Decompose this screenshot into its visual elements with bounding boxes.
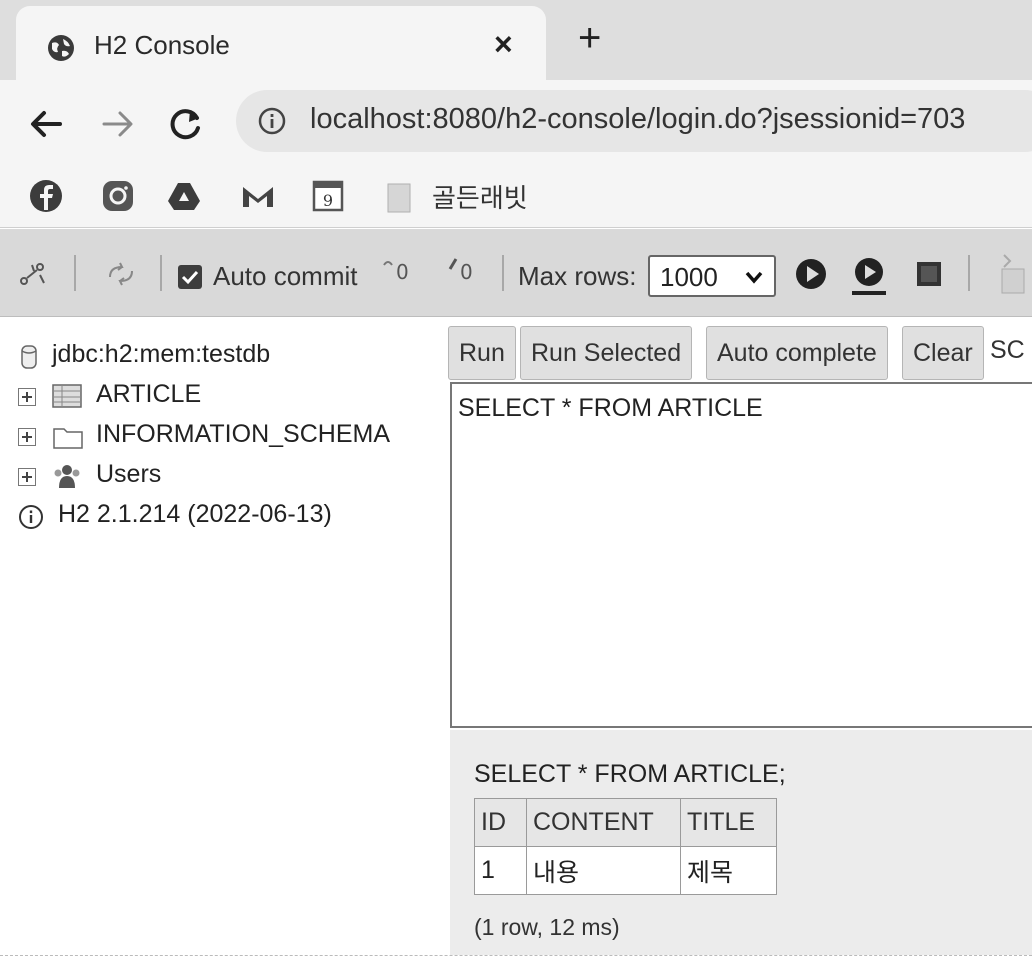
tree-item-label: Users bbox=[96, 460, 162, 488]
sql-editor-text: SELECT * FROM ARTICLE bbox=[458, 394, 763, 422]
toolbar-divider bbox=[160, 255, 162, 291]
sql-editor[interactable]: SELECT * FROM ARTICLE bbox=[450, 382, 1032, 728]
commit-icon[interactable]: 0 bbox=[380, 255, 416, 287]
chevron-down-icon bbox=[745, 271, 763, 284]
bookmarks-bar: 9 골든래빗 bbox=[0, 168, 1032, 228]
toolbar-divider bbox=[74, 255, 76, 291]
column-header[interactable]: CONTENT bbox=[526, 798, 681, 847]
version-label: H2 2.1.214 (2022-06-13) bbox=[58, 500, 332, 528]
h2-toolbar: Auto commit 0 0 Max rows: 1000 bbox=[0, 229, 1032, 317]
table-cell[interactable]: 1 bbox=[474, 846, 527, 895]
calendar-icon[interactable]: 9 bbox=[308, 176, 348, 216]
stop-icon[interactable] bbox=[914, 259, 944, 289]
expand-icon[interactable] bbox=[18, 468, 36, 486]
facebook-icon[interactable] bbox=[26, 176, 66, 216]
database-icon bbox=[21, 345, 37, 369]
run-button[interactable]: Run bbox=[448, 326, 516, 380]
expand-icon[interactable] bbox=[18, 428, 36, 446]
sql-statement-label: SC bbox=[990, 336, 1025, 364]
browser-toolbar: localhost:8080/h2-console/login.do?jsess… bbox=[0, 80, 1032, 168]
clear-button[interactable]: Clear bbox=[902, 326, 984, 380]
tree-item-label: ARTICLE bbox=[96, 380, 202, 408]
google-drive-icon[interactable] bbox=[164, 176, 204, 216]
history-icon[interactable] bbox=[996, 251, 1030, 295]
max-rows-select[interactable]: 1000 bbox=[648, 255, 776, 297]
run-icon[interactable] bbox=[794, 257, 830, 293]
column-header[interactable]: ID bbox=[474, 798, 527, 847]
max-rows-label: Max rows: bbox=[518, 261, 637, 291]
run-selected-button[interactable]: Run Selected bbox=[520, 326, 693, 380]
table-icon bbox=[52, 384, 82, 408]
table-header-row: ID CONTENT TITLE bbox=[474, 798, 777, 847]
back-arrow-icon[interactable] bbox=[26, 104, 66, 144]
expand-icon[interactable] bbox=[18, 388, 36, 406]
svg-text:0: 0 bbox=[460, 260, 473, 284]
url-text: localhost:8080/h2-console/login.do?jsess… bbox=[310, 103, 966, 135]
globe-icon bbox=[48, 35, 74, 61]
svg-text:0: 0 bbox=[396, 260, 409, 284]
result-summary: (1 row, 12 ms) bbox=[474, 914, 620, 940]
toolbar-divider bbox=[502, 255, 504, 291]
instagram-icon[interactable] bbox=[98, 176, 138, 216]
run-selected-icon[interactable] bbox=[848, 255, 890, 297]
refresh-icon[interactable] bbox=[104, 259, 138, 289]
tab-strip: H2 Console × + bbox=[0, 0, 1032, 80]
rollback-icon[interactable]: 0 bbox=[446, 255, 480, 287]
disconnect-icon[interactable] bbox=[18, 259, 48, 289]
tab-title: H2 Console bbox=[94, 30, 230, 60]
auto-commit-checkbox[interactable] bbox=[178, 265, 202, 289]
bookmark-folder-icon bbox=[387, 183, 411, 213]
site-info-icon[interactable] bbox=[256, 105, 288, 137]
max-rows-value: 1000 bbox=[660, 262, 718, 292]
auto-complete-button[interactable]: Auto complete bbox=[706, 326, 888, 380]
browser-tab[interactable]: H2 Console × bbox=[16, 6, 546, 80]
reload-icon[interactable] bbox=[166, 104, 206, 144]
tab-close-button[interactable]: × bbox=[494, 26, 513, 62]
table-cell[interactable]: 제목 bbox=[680, 846, 777, 895]
table-cell[interactable]: 내용 bbox=[526, 846, 681, 895]
bookmark-folder-label[interactable]: 골든래빗 bbox=[432, 178, 528, 215]
schema-tree: jdbc:h2:mem:testdb ARTICLE INFORMATION_S… bbox=[0, 318, 448, 960]
tree-item-label: INFORMATION_SCHEMA bbox=[96, 420, 390, 448]
gmail-icon[interactable] bbox=[238, 176, 278, 216]
frame-bottom-edge bbox=[0, 955, 1032, 960]
address-bar[interactable]: localhost:8080/h2-console/login.do?jsess… bbox=[236, 90, 1032, 152]
users-icon bbox=[54, 465, 80, 488]
new-tab-button[interactable]: + bbox=[578, 16, 601, 60]
connection-label: jdbc:h2:mem:testdb bbox=[52, 340, 271, 368]
folder-icon bbox=[53, 428, 83, 449]
auto-commit-label: Auto commit bbox=[213, 261, 358, 291]
toolbar-divider bbox=[968, 255, 970, 291]
table-row: 1 내용 제목 bbox=[474, 846, 777, 895]
results-area: SELECT * FROM ARTICLE; ID CONTENT TITLE … bbox=[450, 730, 1032, 960]
query-panel: Run Run Selected Auto complete Clear SC … bbox=[448, 318, 1032, 960]
result-statement: SELECT * FROM ARTICLE; bbox=[474, 760, 786, 788]
checkmark-icon bbox=[181, 270, 199, 285]
result-table: ID CONTENT TITLE 1 내용 제목 bbox=[474, 798, 777, 895]
calendar-day: 9 bbox=[323, 191, 333, 210]
forward-arrow-icon[interactable] bbox=[98, 104, 138, 144]
column-header[interactable]: TITLE bbox=[680, 798, 777, 847]
info-icon bbox=[19, 505, 43, 529]
